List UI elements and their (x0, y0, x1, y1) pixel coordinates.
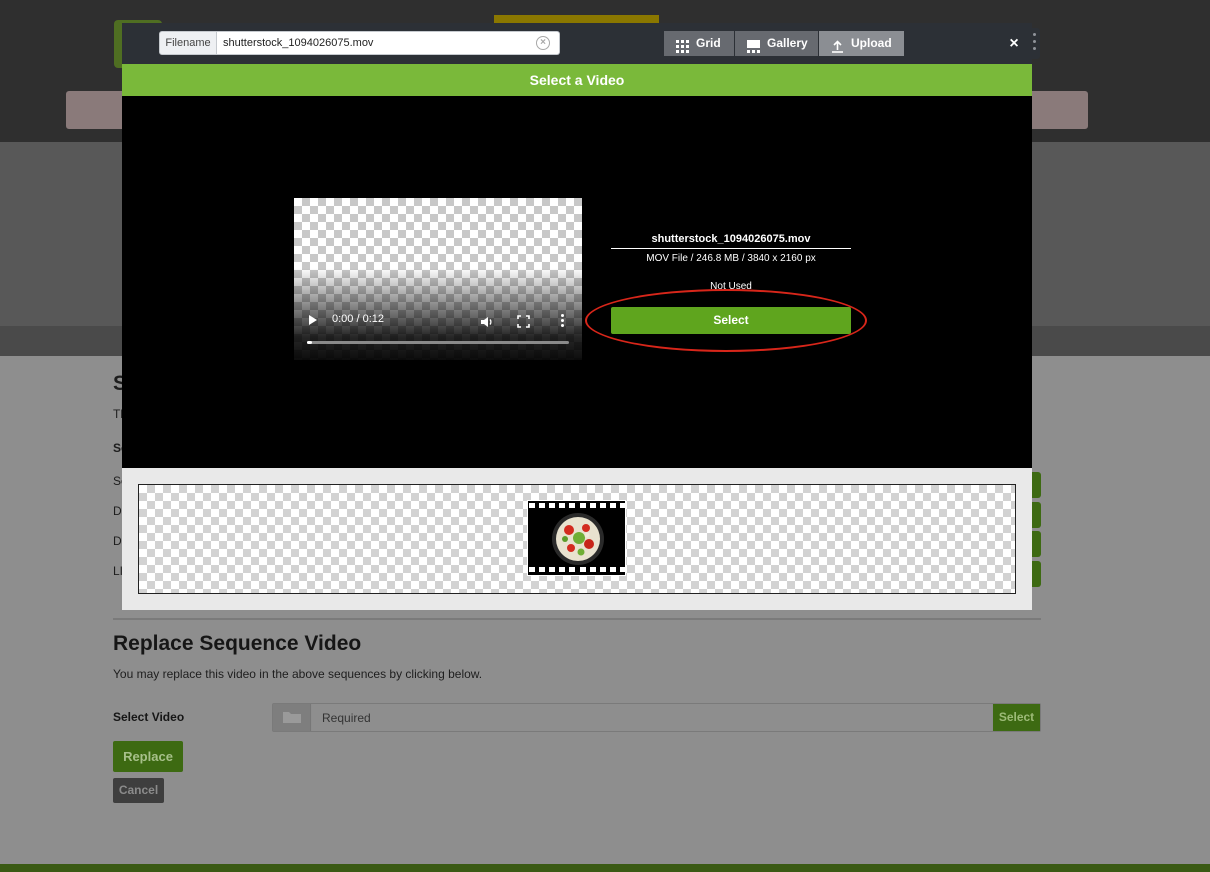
drag-handle-icon (1033, 33, 1037, 55)
filename-label: Filename (159, 31, 217, 55)
player-time: 0:00 / 0:12 (332, 313, 384, 325)
field-select-button[interactable]: Select (993, 704, 1040, 731)
tab-grid-label: Grid (696, 36, 721, 50)
gallery-icon (747, 37, 760, 53)
seek-progress (307, 341, 312, 344)
cancel-button[interactable]: Cancel (113, 778, 164, 803)
clear-icon[interactable]: × (536, 36, 550, 50)
tab-gallery-label: Gallery (767, 36, 808, 50)
upload-icon (831, 37, 844, 53)
replace-button[interactable]: Replace (113, 741, 183, 772)
replace-section-title: Replace Sequence Video (113, 632, 362, 655)
file-name: shutterstock_1094026075.mov (611, 231, 851, 249)
tab-grid[interactable]: Grid (664, 31, 734, 56)
highlight-annotation (585, 289, 867, 352)
row-action-button[interactable] (1032, 531, 1041, 557)
background-footer (0, 864, 1210, 872)
row-action-button[interactable] (1032, 561, 1041, 587)
tab-upload[interactable]: Upload (819, 31, 904, 56)
file-meta: MOV File / 246.8 MB / 3840 x 2160 px (646, 253, 816, 264)
tab-upload-label: Upload (851, 36, 892, 50)
volume-icon[interactable] (480, 315, 494, 329)
replace-section-description: You may replace this video in the above … (113, 667, 483, 681)
row-action-button[interactable] (1032, 472, 1041, 498)
filename-search-input[interactable] (217, 31, 560, 55)
salad-bowl-icon (552, 513, 604, 565)
select-video-input[interactable] (312, 704, 992, 731)
video-thumbnail[interactable] (527, 500, 626, 576)
select-video-label: Select Video (113, 710, 185, 724)
grid-icon (676, 37, 689, 53)
row-action-button[interactable] (1032, 502, 1041, 528)
folder-icon (282, 710, 302, 724)
modal-title: Select a Video (122, 64, 1032, 96)
section-divider (113, 618, 1041, 620)
more-options-icon[interactable] (561, 314, 565, 328)
close-icon[interactable]: × (1006, 34, 1022, 54)
play-icon[interactable] (309, 315, 317, 325)
tab-gallery[interactable]: Gallery (735, 31, 818, 56)
fullscreen-icon[interactable] (517, 315, 530, 328)
seek-bar[interactable] (307, 341, 569, 344)
